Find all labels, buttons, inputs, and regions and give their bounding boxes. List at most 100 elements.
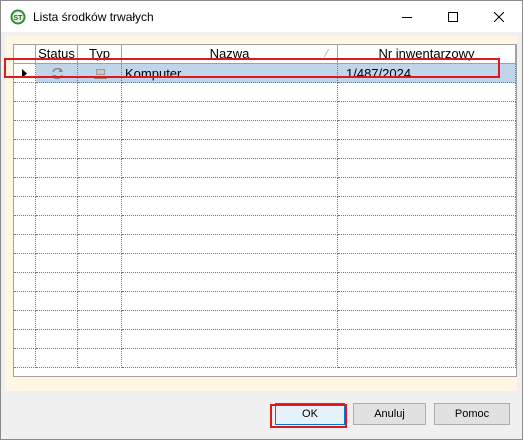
cell-typ[interactable] (78, 292, 122, 311)
cell-nr[interactable] (338, 159, 516, 178)
cell-nazwa[interactable] (122, 197, 338, 216)
cell-status[interactable] (36, 140, 78, 159)
cell-indicator[interactable] (14, 64, 36, 83)
cell-nr[interactable] (338, 83, 516, 102)
cell-typ[interactable] (78, 235, 122, 254)
cell-nr[interactable] (338, 292, 516, 311)
column-header-nazwa[interactable]: Nazwa (122, 45, 338, 64)
table-row[interactable] (14, 102, 516, 121)
cell-indicator[interactable] (14, 235, 36, 254)
cell-typ[interactable] (78, 197, 122, 216)
cell-indicator[interactable] (14, 140, 36, 159)
cell-indicator[interactable] (14, 311, 36, 330)
cell-nazwa[interactable] (122, 349, 338, 368)
cell-status[interactable] (36, 83, 78, 102)
table-row[interactable] (14, 197, 516, 216)
cell-nazwa[interactable] (122, 216, 338, 235)
cell-nazwa[interactable] (122, 102, 338, 121)
cell-nazwa[interactable] (122, 159, 338, 178)
cell-typ[interactable] (78, 254, 122, 273)
table-row[interactable] (14, 121, 516, 140)
cell-nazwa[interactable] (122, 178, 338, 197)
cell-nr[interactable] (338, 235, 516, 254)
cell-typ[interactable] (78, 330, 122, 349)
cell-nr[interactable] (338, 330, 516, 349)
table-row[interactable] (14, 216, 516, 235)
cell-typ[interactable] (78, 121, 122, 140)
cell-indicator[interactable] (14, 330, 36, 349)
cell-nr[interactable] (338, 216, 516, 235)
column-header-status[interactable]: Status (36, 45, 78, 64)
table-row[interactable] (14, 178, 516, 197)
table-row[interactable] (14, 140, 516, 159)
cell-indicator[interactable] (14, 292, 36, 311)
cell-nr[interactable] (338, 273, 516, 292)
cell-nr[interactable] (338, 102, 516, 121)
fixed-assets-grid[interactable]: Status Typ Nazwa Nr inwentarzowy Kompute… (13, 44, 517, 377)
cell-typ[interactable] (78, 216, 122, 235)
cell-nr[interactable] (338, 178, 516, 197)
cell-indicator[interactable] (14, 102, 36, 121)
cell-nazwa[interactable] (122, 83, 338, 102)
cell-status[interactable] (36, 121, 78, 140)
column-header-typ[interactable]: Typ (78, 45, 122, 64)
close-button[interactable] (476, 1, 522, 32)
cell-indicator[interactable] (14, 216, 36, 235)
table-row[interactable] (14, 311, 516, 330)
cell-indicator[interactable] (14, 121, 36, 140)
cell-nazwa[interactable] (122, 140, 338, 159)
cell-indicator[interactable] (14, 349, 36, 368)
cell-status[interactable] (36, 273, 78, 292)
cell-indicator[interactable] (14, 178, 36, 197)
cell-status[interactable] (36, 330, 78, 349)
cell-indicator[interactable] (14, 159, 36, 178)
cell-nr[interactable] (338, 311, 516, 330)
table-row[interactable] (14, 235, 516, 254)
cell-status[interactable] (36, 292, 78, 311)
table-row[interactable] (14, 83, 516, 102)
cell-typ[interactable] (78, 311, 122, 330)
cell-typ[interactable] (78, 349, 122, 368)
cell-typ[interactable] (78, 102, 122, 121)
cell-status[interactable] (36, 102, 78, 121)
cell-status[interactable] (36, 216, 78, 235)
cell-typ[interactable] (78, 83, 122, 102)
cell-nazwa[interactable] (122, 311, 338, 330)
table-row[interactable] (14, 273, 516, 292)
column-header-nr-inwentarzowy[interactable]: Nr inwentarzowy (338, 45, 516, 64)
cell-nr[interactable]: 1/487/2024 (338, 64, 516, 83)
cell-nazwa[interactable] (122, 235, 338, 254)
cell-status[interactable] (36, 235, 78, 254)
cell-status[interactable] (36, 178, 78, 197)
cell-typ[interactable] (78, 159, 122, 178)
cell-typ[interactable] (78, 140, 122, 159)
table-row[interactable] (14, 159, 516, 178)
cell-nazwa[interactable] (122, 254, 338, 273)
cell-typ[interactable] (78, 273, 122, 292)
cell-status[interactable] (36, 197, 78, 216)
cell-status[interactable] (36, 64, 78, 83)
cell-typ[interactable] (78, 64, 122, 83)
cell-nazwa[interactable] (122, 273, 338, 292)
table-row[interactable] (14, 330, 516, 349)
cell-nr[interactable] (338, 349, 516, 368)
cell-status[interactable] (36, 159, 78, 178)
table-row[interactable] (14, 349, 516, 368)
ok-button[interactable]: OK (275, 403, 345, 425)
cell-indicator[interactable] (14, 254, 36, 273)
cell-nazwa[interactable] (122, 121, 338, 140)
cell-status[interactable] (36, 311, 78, 330)
title-bar[interactable]: ST Lista środków trwałych (1, 1, 522, 32)
cell-typ[interactable] (78, 178, 122, 197)
cell-nr[interactable] (338, 254, 516, 273)
cell-nazwa[interactable] (122, 330, 338, 349)
cancel-button[interactable]: Anuluj (353, 403, 426, 425)
cell-indicator[interactable] (14, 197, 36, 216)
cell-nazwa[interactable]: Komputer (122, 64, 338, 83)
maximize-button[interactable] (430, 1, 476, 32)
table-row[interactable]: Komputer 1/487/2024 (14, 64, 516, 83)
cell-nazwa[interactable] (122, 292, 338, 311)
cell-nr[interactable] (338, 140, 516, 159)
cell-nr[interactable] (338, 197, 516, 216)
cell-nr[interactable] (338, 121, 516, 140)
